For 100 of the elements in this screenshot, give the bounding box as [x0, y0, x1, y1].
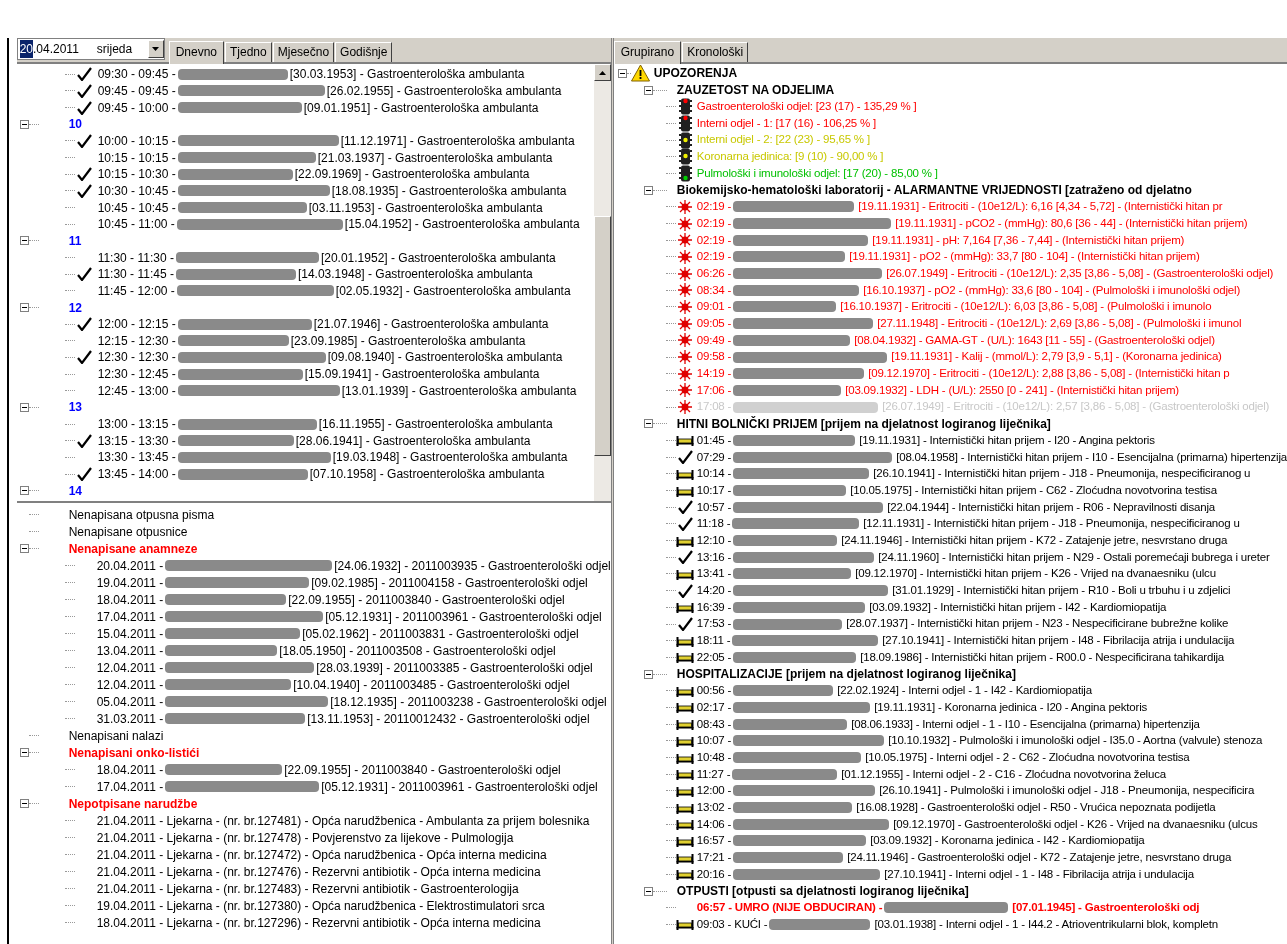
collapse-icon[interactable] — [19, 799, 29, 808]
tab[interactable]: Dnevno — [168, 41, 224, 64]
entry-time: 09:49 - — [696, 332, 732, 348]
appointment-time: 10:15 - 10:15 - — [97, 149, 176, 167]
collapse-icon[interactable] — [643, 669, 653, 679]
alarm-icon — [678, 283, 693, 298]
category-label[interactable]: Nenapisane anamneze — [68, 539, 198, 558]
tab[interactable]: Tjedno — [225, 42, 272, 62]
entry-details: [19.11.1931] - Eritrociti - (10e12/L): 6,16 [4,34 - 5,72] - (Internistički hitan pr — [858, 199, 1223, 215]
collapse-icon[interactable] — [19, 236, 29, 246]
entry-details: [03.09.1932] - Koronarna jedinica - I42 - Kardiomiopatija — [870, 833, 1145, 849]
warning-icon — [630, 64, 650, 83]
occupancy-text: Koronarna jedinica: [9 (10) - 90,00 % ] — [696, 149, 884, 165]
appointment-details: [13.01.1939] - Gastroenterološka ambulanta — [341, 382, 577, 400]
list-item-text: 21.04.2011 - Ljekarna - (nr. br.127481) - Opća narudžbenica - Ambulanta za prijem bolesnika — [96, 812, 590, 830]
appointment-time: 10:45 - 10:45 - — [97, 199, 176, 217]
entry-details: [09.12.1970] - Internistički hitan prijem - K26 - Vrijed na dvanaesniku (ulcu — [855, 566, 1216, 582]
entry-details: [19.11.1931] - Internistički hitan prijem - I20 - Angina pektoris — [859, 432, 1155, 448]
alarm-icon — [678, 299, 693, 314]
item-details: [18.12.1935] - 2011003238 - Gastroenterološki odjel — [330, 693, 607, 711]
bed-icon — [676, 433, 695, 448]
item-date: 18.04.2011 - — [96, 761, 164, 779]
item-date: 13.04.2011 - — [96, 642, 164, 660]
collapse-icon[interactable] — [19, 303, 29, 312]
entry-time: 08:43 - — [696, 716, 732, 732]
list-item-text: 21.04.2011 - Ljekarna - (nr. br.127483) - Rezervni antibiotik - Gastroenterologija — [96, 880, 519, 898]
item-details: [13.11.1953] - 20110012432 - Gastroenterološki odjel — [307, 710, 590, 728]
collapse-icon[interactable] — [643, 185, 653, 195]
entry-details: [22.04.1944] - Internistički hitan prijem - R06 - Nepravilnosti disanja — [887, 499, 1215, 515]
entry-time: 09:03 - KUĆI - — [696, 916, 768, 932]
appointment-time: 12:30 - 12:45 - — [97, 366, 176, 384]
entry-details: [24.11.1946] - Internistički hitan prijem - K72 - Zatajenje jetre, nesvrstano druga — [841, 532, 1228, 548]
entry-time: 10:17 - — [696, 482, 732, 498]
collapse-icon[interactable] — [643, 886, 653, 896]
collapse-icon[interactable] — [617, 68, 627, 78]
date-value: 20.04.2011 — [19, 40, 79, 58]
entry-details: [19.11.1931] - pO2 - (mmHg): 33,7 [80 - 104] - (Internistički hitan prijem) — [849, 249, 1200, 265]
tab[interactable]: Grupirano — [613, 41, 682, 64]
item-date: 15.04.2011 - — [96, 625, 164, 643]
entry-time: 12:10 - — [696, 532, 732, 548]
collapse-icon[interactable] — [643, 85, 653, 95]
tab[interactable]: Mjesečno — [272, 42, 335, 62]
section-title: OTPUSTI [otpusti sa djelatnosti logiranog liječnika] — [676, 883, 969, 901]
category-label[interactable]: Nenapisane otpusnice — [68, 522, 188, 541]
scroll-thumb[interactable] — [593, 216, 611, 456]
entry-time: 17:53 - — [696, 616, 732, 632]
bed-icon — [676, 650, 695, 665]
section-title: ZAUZETOST NA ODJELIMA — [676, 82, 835, 100]
entry-time: 10:07 - — [696, 733, 732, 749]
entry-details: [07.01.1945] - Gastroenterološki odj — [1012, 900, 1200, 916]
collapse-icon[interactable] — [19, 119, 29, 129]
category-label[interactable]: Nenapisani nalazi — [68, 726, 164, 745]
tab[interactable]: Godišnje — [335, 42, 393, 62]
item-details: [05.12.1931] - 2011003961 - Gastroenterološki odjel — [325, 608, 602, 626]
item-date: 05.04.2011 - — [96, 693, 164, 711]
collapse-icon[interactable] — [19, 544, 29, 553]
date-picker[interactable]: 20.04.2011 srijeda — [16, 38, 165, 60]
checkmark-icon — [677, 550, 693, 565]
collapse-icon[interactable] — [19, 486, 29, 496]
appointment-details: [19.03.1948] - Gastroenterološka ambulanta — [332, 449, 568, 467]
entry-details: [24.11.1946] - Gastroenterološki odjel - K72 - Zatajenje jetre, nesvrstano druga — [847, 850, 1232, 866]
scrollbar[interactable] — [593, 64, 611, 501]
entry-time: 13:16 - — [696, 549, 732, 565]
entry-details: [12.11.1931] - Internistički hitan prijem - J18 - Pneumonija, nespecificiranog u — [863, 516, 1240, 532]
appointment-time: 10:45 - 11:00 - — [97, 216, 175, 234]
entry-details: [19.11.1931] - Koronarna jedinica - I20 - Angina pektoris — [874, 699, 1148, 715]
entry-time: 17:21 - — [696, 850, 732, 866]
scroll-up-button[interactable] — [593, 64, 611, 81]
collapse-icon[interactable] — [19, 748, 29, 757]
appointment-time: 11:30 - 11:30 - — [97, 249, 174, 267]
entry-time: 09:58 - — [696, 349, 732, 365]
list-item-text: 21.04.2011 - Ljekarna - (nr. br.127478) - Povjerenstvo za lijekove - Pulmologija — [96, 829, 514, 847]
traffic-light-icon — [678, 148, 692, 166]
appointment-time: 12:15 - 12:30 - — [97, 332, 176, 350]
collapse-icon[interactable] — [643, 419, 653, 429]
appointment-time: 09:30 - 09:45 - — [97, 66, 176, 84]
entry-time: 02:19 - — [696, 199, 732, 215]
entry-time: 11:27 - — [696, 766, 731, 782]
occupancy-text: Pulmološki i imunološki odjel: [17 (20) - 85,00 % ] — [696, 165, 938, 181]
item-date: 19.04.2011 - — [96, 574, 164, 592]
appointment-time: 09:45 - 09:45 - — [97, 83, 176, 100]
appointment-details: [21.03.1937] - Gastroenterološka ambulanta — [317, 149, 553, 167]
dropdown-button[interactable] — [147, 40, 164, 58]
entry-details: [16.10.1937] - Eritrociti - (10e12/L): 6,03 [3,86 - 5,08] - (Pulmološki i imunolo — [840, 299, 1212, 315]
section-title: HOSPITALIZACIJE [prijem na djelatnost logiranog liječnika] — [676, 666, 1016, 684]
alarm-icon — [678, 233, 693, 248]
item-details: [09.02.1985] - 2011004158 - Gastroenterološki odjel — [311, 574, 588, 592]
entry-time: 08:34 - — [696, 282, 732, 298]
appointment-details: [26.02.1955] - Gastroenterološka ambulanta — [326, 83, 562, 100]
entry-time: 12:00 - — [696, 783, 732, 799]
item-details: [10.04.1940] - 2011003485 - Gastroenterološki odjel — [293, 676, 570, 694]
entry-time: 09:05 - — [696, 316, 732, 332]
collapse-icon[interactable] — [19, 402, 29, 412]
bed-icon — [676, 600, 695, 615]
tab[interactable]: Kronološki — [682, 42, 749, 62]
category-label[interactable]: Nenapisana otpusna pisma — [68, 505, 215, 524]
entry-details: [27.10.1941] - Interni odjel - 1 - I48 - Fibrilacija atrija i undulacija — [884, 866, 1194, 882]
category-label[interactable]: Nepotpisane narudžbe — [68, 794, 198, 813]
appointment-time: 11:45 - 12:00 - — [97, 282, 175, 300]
category-label[interactable]: Nenapisani onko-listići — [68, 743, 200, 762]
